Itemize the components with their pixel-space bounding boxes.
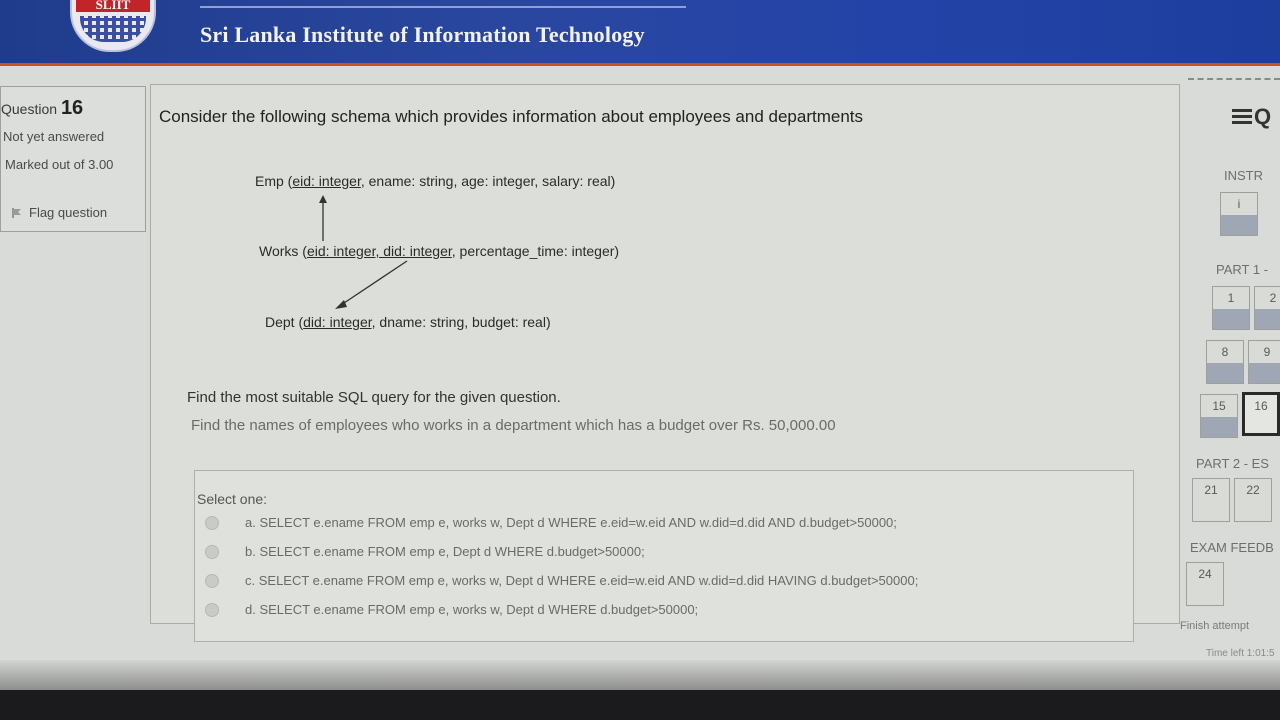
schema-emp-key: eid: integer [292, 173, 361, 189]
schema-emp: Emp (eid: integer, ename: string, age: i… [255, 173, 615, 189]
schema-dept-rest: , dname: string, budget: real) [371, 314, 551, 330]
schema-works-name: Works ( [259, 243, 307, 259]
nav-button-1[interactable]: 1 [1212, 286, 1250, 330]
institute-name: Sri Lanka Institute of Information Techn… [200, 22, 645, 47]
radio-d[interactable] [205, 602, 219, 617]
site-header: SLIIT Sri Lanka Institute of Information… [0, 0, 1280, 66]
answer-option-d[interactable]: d. SELECT e.ename FROM emp e, works w, D… [205, 602, 698, 617]
schema-dept: Dept (did: integer, dname: string, budge… [265, 314, 551, 330]
menu-icon[interactable] [1232, 109, 1252, 125]
nav-button-status-bar [1201, 417, 1237, 437]
question-number-value: 16 [60, 97, 84, 119]
flag-icon [12, 207, 21, 218]
schema-works: Works (eid: integer, did: integer, perce… [259, 243, 619, 259]
part1-label: PART 1 - [1216, 262, 1269, 277]
answer-panel: Select one: a. SELECT e.ename FROM emp e… [194, 470, 1134, 642]
nav-button-22-label: 22 [1246, 483, 1260, 497]
header-divider [200, 6, 686, 8]
logo-text: SLIIT [76, 0, 150, 12]
answer-option-a[interactable]: a. SELECT e.ename FROM emp e, works w, D… [205, 515, 897, 530]
flag-question-button[interactable]: Flag question [11, 205, 107, 220]
nav-button-status-bar [1255, 309, 1280, 329]
nav-button-22[interactable]: 22 [1234, 478, 1272, 522]
radio-b[interactable] [205, 544, 219, 559]
nav-button-16-label: 16 [1254, 399, 1268, 413]
select-one-label: Select one: [197, 491, 268, 507]
nav-button-8-label: 8 [1221, 345, 1229, 359]
radio-a[interactable] [205, 515, 219, 530]
arrow-head-dept [335, 300, 347, 309]
time-left: Time left 1:01:5 [1206, 648, 1275, 659]
question-task: Find the names of employees who works in… [191, 417, 836, 434]
nav-button-24-label: 24 [1198, 567, 1212, 581]
screen-shadow [0, 660, 1280, 690]
answer-option-a-text[interactable]: a. SELECT e.ename FROM emp e, works w, D… [245, 515, 897, 530]
nav-button-instructions-label: i [1237, 197, 1241, 211]
quiz-nav-divider [1188, 78, 1280, 80]
nav-button-9[interactable]: 9 [1248, 340, 1280, 384]
flag-question-label: Flag question [29, 205, 108, 220]
nav-button-9-label: 9 [1263, 345, 1271, 359]
instructions-label: INSTR [1224, 168, 1263, 183]
schema-dept-key: did: integer [303, 314, 372, 330]
arrow-works-to-dept [340, 260, 408, 306]
quiz-nav-title: Q [1254, 104, 1272, 129]
question-info-panel: Question 16 Not yet answered Marked out … [0, 86, 146, 232]
radio-c[interactable] [205, 573, 219, 588]
schema-dept-name: Dept ( [265, 314, 304, 330]
schema-works-rest: , percentage_time: integer) [451, 243, 620, 259]
answer-option-b[interactable]: b. SELECT e.ename FROM emp e, Dept d WHE… [205, 544, 645, 559]
schema-emp-name: Emp ( [255, 173, 293, 189]
question-label: Question [1, 101, 58, 117]
answer-option-c[interactable]: c. SELECT e.ename FROM emp e, works w, D… [205, 573, 918, 588]
question-number: Question 16 [1, 97, 83, 120]
part2-label: PART 2 - ES [1196, 456, 1269, 471]
schema-emp-rest: , ename: string, age: integer, salary: r… [360, 173, 616, 189]
nav-button-21[interactable]: 21 [1192, 478, 1230, 522]
nav-button-8[interactable]: 8 [1206, 340, 1244, 384]
nav-button-status-bar [1221, 215, 1257, 235]
nav-button-2[interactable]: 2 [1254, 286, 1280, 330]
answer-option-d-text[interactable]: d. SELECT e.ename FROM emp e, works w, D… [245, 602, 698, 617]
logo-crest-icon [80, 16, 146, 42]
answer-option-c-text[interactable]: c. SELECT e.ename FROM emp e, works w, D… [245, 573, 918, 588]
nav-button-instructions[interactable]: i [1220, 192, 1258, 236]
monitor-bezel [0, 690, 1280, 720]
nav-button-status-bar [1213, 309, 1249, 329]
question-title: Consider the following schema which prov… [159, 107, 863, 126]
nav-button-15[interactable]: 15 [1200, 394, 1238, 438]
schema-works-key: eid: integer, did: integer [306, 243, 452, 259]
arrow-head-emp [319, 195, 327, 203]
nav-button-15-label: 15 [1212, 399, 1226, 413]
nav-button-2-label: 2 [1269, 291, 1277, 305]
nav-button-24[interactable]: 24 [1186, 562, 1224, 606]
nav-button-21-label: 21 [1204, 483, 1218, 497]
sliit-logo[interactable]: SLIIT [70, 0, 156, 52]
nav-button-16-current[interactable]: 16 [1242, 392, 1280, 436]
nav-button-status-bar [1207, 363, 1243, 383]
question-state: Not yet answered [3, 129, 105, 144]
question-prompt: Find the most suitable SQL query for the… [187, 389, 561, 406]
nav-button-status-bar [1249, 363, 1280, 383]
answer-option-b-text[interactable]: b. SELECT e.ename FROM emp e, Dept d WHE… [245, 544, 645, 559]
finish-attempt-link[interactable]: Finish attempt [1180, 620, 1249, 632]
question-grade: Marked out of 3.00 [5, 157, 114, 172]
feedback-label: EXAM FEEDB [1190, 540, 1274, 555]
nav-button-1-label: 1 [1227, 291, 1235, 305]
quiz-navigation-header[interactable]: Q [1232, 104, 1271, 130]
